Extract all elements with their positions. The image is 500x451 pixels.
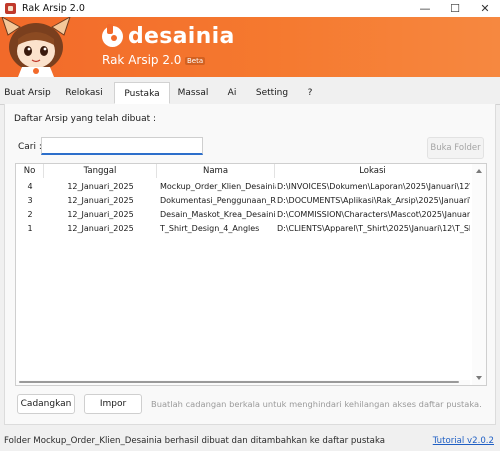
cell-lokasi: D:\INVOICES\Dokumen\Laporan\2025\Januari… (277, 182, 470, 191)
brand-name: desainia (128, 24, 235, 49)
search-input[interactable] (41, 137, 203, 155)
tab-bar: Buat Arsip Relokasi Pustaka Massal Ai Se… (0, 82, 500, 105)
app-icon (5, 3, 16, 14)
beta-badge: Beta (185, 57, 206, 65)
vertical-scrollbar[interactable] (472, 164, 486, 385)
cell-tanggal: 12_Januari_2025 (67, 182, 134, 191)
cell-lokasi: D:\COMMISSION\Characters\Mascot\2025\Jan… (277, 210, 470, 219)
tab-buat-arsip[interactable]: Buat Arsip (4, 82, 51, 104)
cell-nama: Desain_Maskot_Krea_Desainia (160, 210, 276, 219)
cell-no: 4 (27, 182, 33, 191)
tutorial-link[interactable]: Tutorial v2.0.2 (433, 436, 494, 446)
table-header: No Tanggal Nama Lokasi (16, 164, 470, 178)
close-button[interactable]: ✕ (470, 0, 500, 17)
cell-nama: Mockup_Order_Klien_Desainia (160, 182, 276, 191)
cell-lokasi: D:\CLIENTS\Apparel\T_Shirt\2025\Januari\… (277, 224, 470, 233)
scroll-down-icon[interactable] (476, 376, 482, 380)
tab-ai[interactable]: Ai (222, 82, 242, 104)
minimize-button[interactable]: — (410, 0, 440, 17)
cell-tanggal: 12_Januari_2025 (67, 210, 134, 219)
cell-nama: T_Shirt_Design_4_Angles (160, 224, 260, 233)
tab-pustaka[interactable]: Pustaka (114, 82, 170, 104)
column-header-lokasi[interactable]: Lokasi (275, 164, 470, 178)
status-bar: Folder Mockup_Order_Klien_Desainia berha… (0, 430, 500, 451)
table-row[interactable]: 3 12_Januari_2025 Dokumentasi_Penggunaan… (16, 194, 470, 208)
backup-button[interactable]: Cadangkan (17, 394, 75, 414)
import-button[interactable]: Impor (84, 394, 142, 414)
tab-help[interactable]: ? (302, 82, 318, 104)
cell-nama: Dokumentasi_Penggunaan_Rak_Arsip (160, 196, 276, 205)
cell-tanggal: 12_Januari_2025 (67, 224, 134, 233)
maximize-button[interactable]: ☐ (440, 0, 470, 17)
horizontal-scroll-thumb[interactable] (19, 381, 459, 383)
column-header-no[interactable]: No (16, 164, 44, 178)
archive-table[interactable]: No Tanggal Nama Lokasi 4 12_Januari_2025… (15, 163, 487, 386)
search-label: Cari : (18, 142, 42, 152)
cell-no: 3 (27, 196, 33, 205)
archive-list-label: Daftar Arsip yang telah dibuat : (14, 114, 157, 124)
tab-relokasi[interactable]: Relokasi (62, 82, 106, 104)
window-title: Rak Arsip 2.0 (22, 3, 85, 14)
backup-hint: Buatlah cadangan berkala untuk menghinda… (151, 399, 482, 409)
cell-lokasi: D:\DOCUMENTS\Aplikasi\Rak_Arsip\2025\Jan… (277, 196, 470, 205)
title-bar: Rak Arsip 2.0 — ☐ ✕ (0, 0, 500, 17)
horizontal-scrollbar[interactable] (16, 380, 470, 385)
pustaka-panel: Daftar Arsip yang telah dibuat : Cari : … (4, 104, 496, 425)
table-row[interactable]: 4 12_Januari_2025 Mockup_Order_Klien_Des… (16, 180, 470, 194)
app-subtitle: Rak Arsip 2.0 (102, 53, 182, 67)
cell-tanggal: 12_Januari_2025 (67, 196, 134, 205)
tab-massal[interactable]: Massal (176, 82, 210, 104)
column-header-nama[interactable]: Nama (157, 164, 275, 178)
mascot-image (1, 17, 71, 77)
table-row[interactable]: 2 12_Januari_2025 Desain_Maskot_Krea_Des… (16, 208, 470, 222)
status-message: Folder Mockup_Order_Klien_Desainia berha… (4, 436, 386, 446)
table-row[interactable]: 1 12_Januari_2025 T_Shirt_Design_4_Angle… (16, 222, 470, 236)
header-banner: desainia Rak Arsip 2.0 Beta (0, 17, 500, 77)
tab-setting[interactable]: Setting (254, 82, 290, 104)
cell-no: 1 (27, 224, 33, 233)
column-header-tanggal[interactable]: Tanggal (44, 164, 157, 178)
desainia-logo-icon (102, 24, 123, 47)
scroll-up-icon[interactable] (476, 169, 482, 173)
cell-no: 2 (27, 210, 33, 219)
open-folder-button[interactable]: Buka Folder (427, 137, 484, 159)
